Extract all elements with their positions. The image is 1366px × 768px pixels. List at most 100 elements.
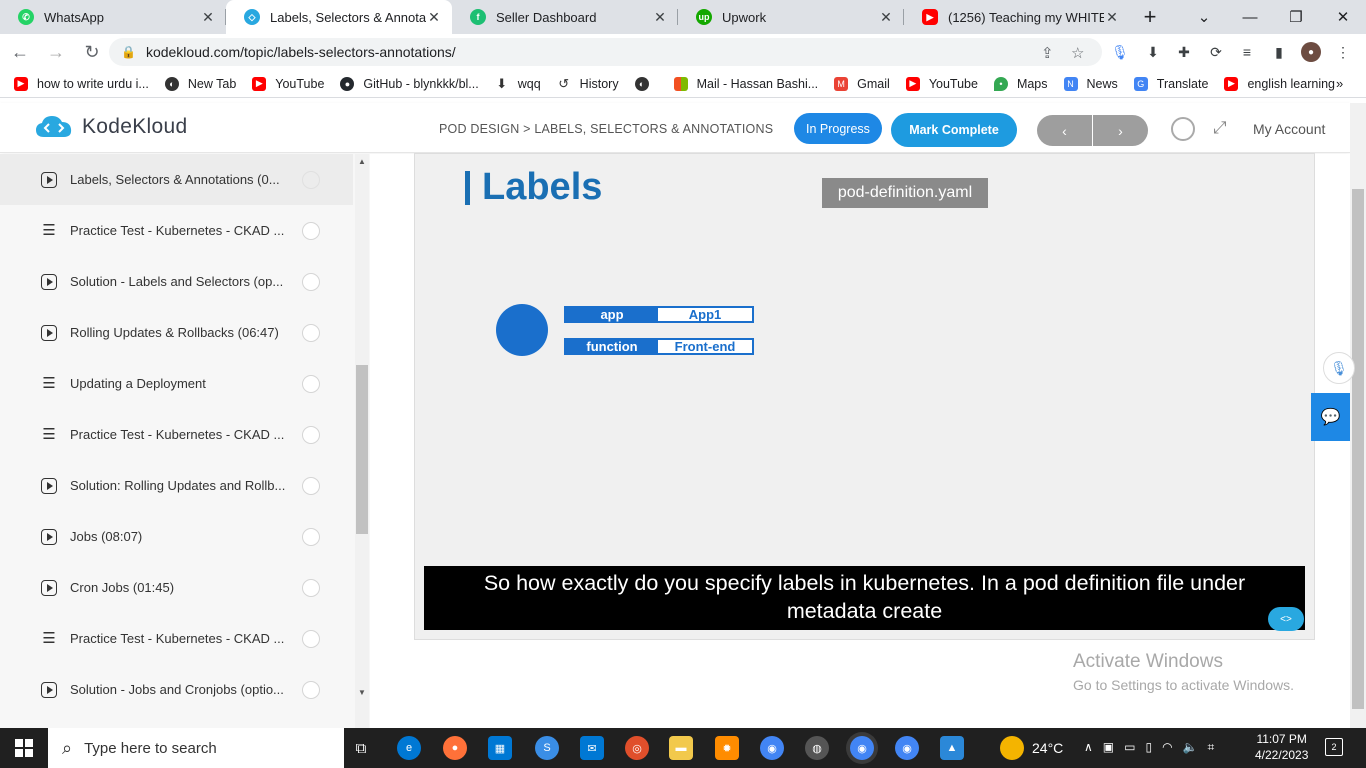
next-lesson-button[interactable]: › [1093, 115, 1148, 146]
reload-button[interactable]: ↻ [76, 36, 108, 68]
chrome-active-icon[interactable]: ◉ [850, 736, 874, 760]
browser-menu-icon[interactable]: ⋮ [1333, 42, 1353, 62]
tab-kodekloud[interactable]: ◇ Labels, Selectors & Annotatic ✕ [226, 0, 452, 34]
close-window-button[interactable]: ✕ [1320, 0, 1366, 34]
in-progress-badge[interactable]: In Progress [794, 113, 882, 144]
store-icon[interactable]: ▦ [488, 736, 512, 760]
notification-center-icon[interactable]: 2 [1325, 738, 1343, 756]
tab-youtube[interactable]: ▶ (1256) Teaching my WHITE fr ✕ [904, 0, 1130, 34]
settings-app-icon[interactable]: ✹ [715, 736, 739, 760]
bookmark-item[interactable]: ◐ [634, 76, 658, 91]
lesson-item[interactable]: ☰ Practice Test - Kubernetes - CKAD ... [0, 205, 353, 256]
extensions-puzzle-icon[interactable]: ✚ [1174, 42, 1194, 62]
more-bookmarks-chevron-icon[interactable]: » [1336, 76, 1343, 91]
previous-lesson-button[interactable]: ‹ [1037, 115, 1092, 146]
camera-app-icon[interactable]: ◍ [805, 736, 829, 760]
url-text: kodekloud.com/topic/labels-selectors-ann… [145, 44, 456, 60]
fullscreen-icon[interactable]: ⤢ [1213, 118, 1227, 138]
lesson-item[interactable]: Solution - Labels and Selectors (op... [0, 256, 353, 307]
bookmark-item[interactable]: ⬇ wqq [495, 76, 540, 91]
microphone-icon[interactable]: 🎙 [1323, 352, 1355, 384]
restore-button[interactable]: ❐ [1273, 0, 1319, 34]
mark-complete-button[interactable]: Mark Complete [891, 113, 1017, 147]
share-icon[interactable]: ⇪ [1041, 44, 1054, 62]
sync-icon[interactable]: ⟳ [1206, 42, 1226, 62]
lesson-item[interactable]: Solution: Rolling Updates and Rollb... [0, 460, 353, 511]
sidebar-scrollbar-thumb[interactable] [356, 365, 368, 534]
forward-button[interactable]: → [40, 36, 72, 68]
my-account-link[interactable]: My Account [1253, 121, 1325, 137]
video-player[interactable]: Labels pod-definition.yaml app App1 func… [414, 153, 1315, 640]
bookmark-item[interactable]: ▶ YouTube [905, 76, 978, 91]
lesson-item[interactable]: Labels, Selectors & Annotations (0... [0, 154, 353, 205]
bookmark-item[interactable]: ▶ YouTube [252, 76, 324, 91]
dark-mode-toggle-icon[interactable] [1171, 117, 1195, 141]
bookmark-item[interactable]: ● GitHub - blynkkk/bl... [340, 76, 479, 91]
youtube-icon: ▶ [252, 76, 267, 91]
bookmark-item[interactable]: ▶ english learning [1224, 76, 1335, 91]
taskbar-search-box[interactable]: ⌕ Type here to search [48, 728, 344, 768]
bookmark-item[interactable]: • Maps [993, 76, 1048, 91]
close-tab-icon[interactable]: ✕ [1104, 9, 1120, 26]
voice-search-icon[interactable]: 🎙 [1110, 42, 1130, 62]
display-icon[interactable]: ▭ [1124, 740, 1135, 755]
battery-icon[interactable]: ▯ [1145, 740, 1152, 755]
close-tab-icon[interactable]: ✕ [200, 9, 216, 26]
scroll-up-arrow-icon[interactable]: ▲ [356, 157, 368, 166]
lesson-item[interactable]: ☰ Updating a Deployment [0, 358, 353, 409]
app-icon[interactable]: ◎ [625, 736, 649, 760]
file-explorer-icon[interactable]: ▬ [669, 736, 693, 760]
show-hidden-icons-icon[interactable]: ∧ [1084, 740, 1093, 755]
lesson-item[interactable]: ☰ Practice Test - Kubernetes - CKAD ... [0, 613, 353, 664]
network-icon[interactable]: ▣ [1103, 740, 1114, 755]
lesson-item[interactable]: Rolling Updates & Rollbacks (06:47) [0, 307, 353, 358]
tab-whatsapp[interactable]: ✆ WhatsApp ✕ [0, 0, 226, 34]
chat-bubble-icon[interactable]: 💬 [1311, 393, 1350, 441]
side-panel-icon[interactable]: ▮ [1269, 42, 1289, 62]
address-bar[interactable]: 🔒 kodekloud.com/topic/labels-selectors-a… [109, 38, 1102, 66]
tab-search-chevron-icon[interactable]: ⌄ [1181, 0, 1227, 34]
edge-icon[interactable]: e [397, 736, 421, 760]
tab-seller-dashboard[interactable]: f Seller Dashboard ✕ [452, 0, 678, 34]
bookmark-star-icon[interactable]: ☆ [1071, 44, 1084, 62]
bookmark-item[interactable]: ↺ History [557, 76, 618, 91]
new-tab-button[interactable]: + [1130, 0, 1170, 34]
minimize-button[interactable]: — [1227, 0, 1273, 34]
weather-widget[interactable]: 24°C [1000, 736, 1063, 760]
tab-upwork[interactable]: up Upwork ✕ [678, 0, 904, 34]
skype-icon[interactable]: S [535, 736, 559, 760]
windows-start-button[interactable] [0, 728, 48, 768]
volume-icon[interactable]: 🔈 [1183, 740, 1198, 755]
kodekloud-logo[interactable]: KodeKloud [34, 113, 187, 141]
bookmark-item[interactable]: G Translate [1133, 76, 1208, 91]
bookmark-item[interactable]: ▶ how to write urdu i... [14, 76, 149, 91]
bookmark-item[interactable]: ◐ New Tab [164, 76, 236, 91]
language-icon[interactable]: ⌗ [1208, 740, 1215, 755]
reading-list-icon[interactable]: ≡ [1237, 42, 1257, 62]
bookmark-item[interactable]: N News [1063, 76, 1118, 91]
clock[interactable]: 11:07 PM 4/22/2023 [1255, 731, 1308, 763]
download-extension-icon[interactable]: ⬇ [1143, 42, 1163, 62]
page-scrollbar-thumb[interactable] [1352, 189, 1364, 709]
task-view-icon[interactable]: ⧉ [349, 736, 373, 760]
lesson-title: Cron Jobs (01:45) [70, 580, 175, 595]
chrome-icon[interactable]: ◉ [760, 736, 784, 760]
mail-icon[interactable]: ✉ [580, 736, 604, 760]
photos-icon[interactable]: ▲ [940, 736, 964, 760]
lesson-item[interactable]: Solution - Jobs and Cronjobs (optio... [0, 664, 353, 715]
chrome-profile-icon[interactable]: ◉ [895, 736, 919, 760]
close-tab-icon[interactable]: ✕ [426, 9, 442, 26]
bookmark-item[interactable]: M Gmail [834, 76, 890, 91]
wifi-icon[interactable]: ◠ [1162, 740, 1172, 755]
lesson-item[interactable]: Jobs (08:07) [0, 511, 353, 562]
video-play-icon [40, 681, 58, 699]
profile-avatar[interactable]: ● [1301, 42, 1321, 62]
back-button[interactable]: ← [4, 36, 36, 68]
firefox-icon[interactable]: ● [443, 736, 467, 760]
lesson-item[interactable]: ☰ Practice Test - Kubernetes - CKAD ... [0, 409, 353, 460]
lesson-item[interactable]: Cron Jobs (01:45) [0, 562, 353, 613]
scroll-down-arrow-icon[interactable]: ▼ [356, 688, 368, 697]
close-tab-icon[interactable]: ✕ [652, 9, 668, 26]
close-tab-icon[interactable]: ✕ [878, 9, 894, 26]
bookmark-item[interactable]: Mail - Hassan Bashi... [673, 76, 818, 91]
